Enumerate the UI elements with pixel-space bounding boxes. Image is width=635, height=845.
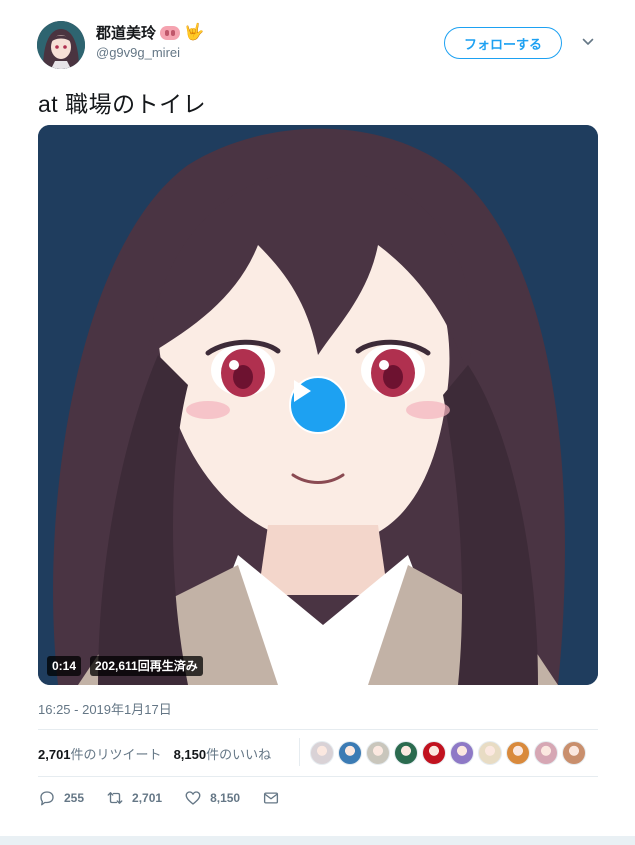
liker-avatar[interactable] — [506, 741, 530, 765]
reply-button[interactable]: 255 — [38, 789, 84, 807]
name-row: 郡道美玲 🤟 — [96, 22, 204, 43]
retweet-count: 2,701 — [132, 791, 163, 805]
liker-avatar[interactable] — [394, 741, 418, 765]
like-stat-label: 件のいいね — [206, 747, 272, 762]
tweet-stats: 2,701件のリツイート 8,150件のいいね — [38, 744, 271, 763]
user-handle[interactable]: @g9v9g_mirei — [96, 45, 180, 60]
play-button[interactable] — [289, 376, 347, 434]
follow-button[interactable]: フォローする — [444, 27, 562, 59]
direct-message-button[interactable] — [262, 789, 280, 807]
envelope-icon — [264, 792, 279, 804]
avatar[interactable] — [37, 21, 85, 69]
rock-hand-emoji-icon: 🤟 — [184, 23, 204, 41]
liker-avatar[interactable] — [338, 741, 362, 765]
liker-avatar[interactable] — [422, 741, 446, 765]
liker-avatar[interactable] — [366, 741, 390, 765]
retweet-stat[interactable]: 2,701件のリツイート — [38, 744, 162, 763]
reply-count: 255 — [64, 791, 85, 805]
tweet: 郡道美玲 🤟 @g9v9g_mirei フォローする at 職場のトイレ 0:1… — [0, 0, 635, 845]
like-count: 8,150 — [210, 791, 241, 805]
stats-divider — [299, 738, 300, 766]
chevron-down-icon[interactable] — [582, 36, 594, 48]
divider — [38, 729, 598, 730]
like-button[interactable]: 8,150 — [184, 789, 240, 807]
video-player[interactable] — [38, 125, 598, 685]
like-stat[interactable]: 8,150件のいいね — [174, 744, 272, 763]
retweet-icon — [107, 792, 123, 804]
play-icon — [294, 380, 311, 402]
display-name[interactable]: 郡道美玲 — [96, 22, 156, 43]
retweet-stat-count: 2,701 — [38, 747, 71, 762]
like-stat-count: 8,150 — [173, 747, 207, 762]
divider — [38, 776, 598, 777]
liker-avatar[interactable] — [562, 741, 586, 765]
liker-avatars — [310, 741, 586, 765]
pig-nose-emoji-icon — [160, 25, 181, 40]
heart-icon — [185, 791, 201, 805]
liker-avatar[interactable] — [478, 741, 502, 765]
liker-avatar[interactable] — [534, 741, 558, 765]
reply-icon — [40, 791, 54, 806]
video-view-count: 202,611回再生済み — [90, 656, 203, 676]
bottom-separator — [0, 836, 635, 845]
video-duration: 0:14 — [47, 656, 82, 676]
retweet-button[interactable]: 2,701 — [106, 789, 162, 807]
tweet-text: at 職場のトイレ — [38, 91, 207, 117]
retweet-stat-label: 件のリツイート — [70, 747, 162, 762]
tweet-actions: 255 2,701 8,150 — [38, 789, 302, 807]
tweet-timestamp[interactable]: 16:25 - 2019年1月17日 — [38, 699, 172, 718]
liker-avatar[interactable] — [450, 741, 474, 765]
liker-avatar[interactable] — [310, 741, 334, 765]
